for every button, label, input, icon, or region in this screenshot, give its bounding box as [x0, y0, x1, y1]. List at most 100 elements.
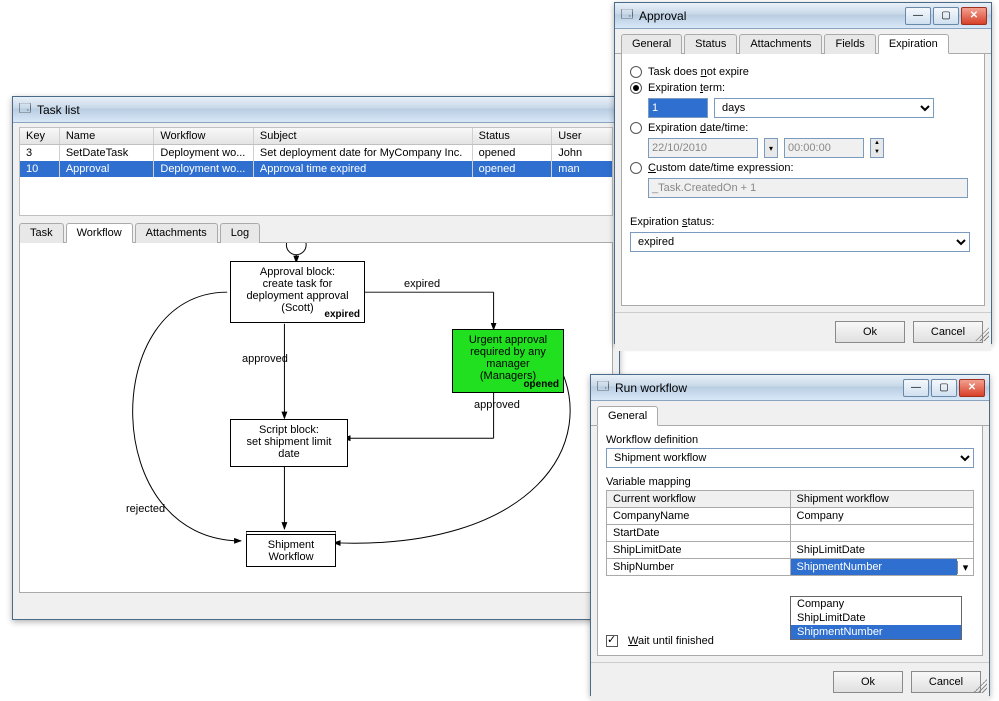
tab-expiration[interactable]: Expiration — [878, 34, 949, 54]
tab-task[interactable]: Task — [19, 223, 64, 243]
cell-status: opened — [473, 145, 553, 161]
node-approval-block[interactable]: Approval block: create task for deployme… — [230, 261, 365, 323]
radio-not-expire[interactable] — [630, 66, 642, 78]
expiration-status-select[interactable]: expired — [630, 232, 970, 252]
run-workflow-title: Run workflow — [615, 381, 903, 395]
cell-subject: Approval time expired — [254, 161, 473, 177]
workflow-diagram[interactable]: Approval block: create task for deployme… — [19, 243, 613, 593]
term-value-input[interactable] — [648, 98, 708, 118]
resize-grip[interactable] — [975, 327, 989, 341]
ok-button[interactable]: Ok — [835, 321, 905, 343]
tab-attachments[interactable]: Attachments — [135, 223, 218, 243]
dialog-icon: 🗔 — [595, 380, 611, 396]
label-custom: Custom date/time expression: — [648, 162, 794, 174]
variable-mapping-table: Current workflow Shipment workflow Compa… — [606, 490, 974, 576]
node-line: manager — [486, 358, 529, 370]
minimize-button[interactable]: — — [903, 379, 929, 397]
node-state: opened — [523, 379, 559, 390]
varmap-cell-right[interactable] — [790, 525, 974, 542]
minimize-button[interactable]: — — [905, 7, 931, 25]
close-button[interactable]: ✕ — [959, 379, 985, 397]
varmap-cell-right-active[interactable]: ShipmentNumber ▾ — [790, 559, 974, 576]
resize-grip[interactable] — [973, 679, 987, 693]
task-list-title: Task list — [37, 103, 615, 117]
varmap-dropdown[interactable]: Company ShipLimitDate ShipmentNumber — [790, 596, 962, 640]
cell-workflow: Deployment wo... — [154, 145, 254, 161]
tab-general[interactable]: General — [621, 34, 682, 54]
app-icon: 🗔 — [17, 102, 33, 118]
label-not-expire: Task does not expire — [648, 66, 749, 78]
cell-user: John — [552, 145, 612, 161]
varmap-header-left[interactable]: Current workflow — [607, 491, 791, 508]
col-workflow[interactable]: Workflow — [154, 128, 254, 144]
varmap-header-right[interactable]: Shipment workflow — [790, 491, 974, 508]
varmap-row[interactable]: CompanyName Company — [607, 508, 974, 525]
ok-button[interactable]: Ok — [833, 671, 903, 693]
node-script-block[interactable]: Script block: set shipment limit date — [230, 419, 348, 467]
node-line: required by any — [470, 346, 546, 358]
task-row[interactable]: 3 SetDateTask Deployment wo... Set deplo… — [20, 145, 612, 161]
run-workflow-pane: Workflow definition Shipment workflow Va… — [597, 426, 983, 656]
node-urgent-approval[interactable]: Urgent approval required by any manager … — [452, 329, 564, 393]
wait-checkbox[interactable] — [606, 635, 618, 647]
node-line: Shipment — [268, 539, 314, 551]
dialog-icon: 🗔 — [619, 8, 635, 24]
col-name[interactable]: Name — [60, 128, 155, 144]
custom-expression-input[interactable] — [648, 178, 968, 198]
date-picker-button[interactable]: ▾ — [764, 138, 778, 158]
workflow-definition-select[interactable]: Shipment workflow — [606, 448, 974, 468]
tab-attachments[interactable]: Attachments — [739, 34, 822, 54]
dropdown-option[interactable]: ShipLimitDate — [791, 611, 961, 625]
run-workflow-titlebar[interactable]: 🗔 Run workflow — ▢ ✕ — [591, 375, 989, 401]
cell-status: opened — [473, 161, 553, 177]
col-subject[interactable]: Subject — [254, 128, 473, 144]
varmap-cell-left: CompanyName — [607, 508, 791, 525]
maximize-button[interactable]: ▢ — [933, 7, 959, 25]
chevron-down-icon[interactable]: ▾ — [957, 561, 973, 574]
cell-user: man — [552, 161, 612, 177]
task-list-titlebar[interactable]: 🗔 Task list — [13, 97, 619, 123]
label-wait: Wait until finished — [628, 635, 714, 647]
tab-workflow[interactable]: Workflow — [66, 223, 133, 243]
approval-buttons: Ok Cancel — [615, 312, 991, 351]
time-input[interactable] — [784, 138, 864, 158]
term-unit-select[interactable]: days — [714, 98, 934, 118]
approval-title: Approval — [639, 9, 905, 23]
run-workflow-window: 🗔 Run workflow — ▢ ✕ General Workflow de… — [590, 374, 990, 696]
maximize-button[interactable]: ▢ — [931, 379, 957, 397]
dropdown-option[interactable]: Company — [791, 597, 961, 611]
cancel-button[interactable]: Cancel — [913, 321, 983, 343]
col-status[interactable]: Status — [473, 128, 553, 144]
node-line: deployment approval — [246, 290, 348, 302]
varmap-row[interactable]: StartDate — [607, 525, 974, 542]
node-line: (Scott) — [281, 302, 313, 314]
varmap-cell-left: StartDate — [607, 525, 791, 542]
radio-datetime[interactable] — [630, 122, 642, 134]
approval-tabstrip: General Status Attachments Fields Expira… — [615, 29, 991, 54]
tab-fields[interactable]: Fields — [824, 34, 875, 54]
radio-custom[interactable] — [630, 162, 642, 174]
tab-general[interactable]: General — [597, 406, 658, 426]
label-workflow-definition: Workflow definition — [606, 434, 974, 446]
radio-term[interactable] — [630, 82, 642, 94]
varmap-cell-left: ShipLimitDate — [607, 542, 791, 559]
varmap-cell-right[interactable]: Company — [790, 508, 974, 525]
dropdown-option[interactable]: ShipmentNumber — [791, 625, 961, 639]
task-row[interactable]: 10 Approval Deployment wo... Approval ti… — [20, 161, 612, 177]
node-shipment-workflow[interactable]: Shipment Workflow — [246, 531, 336, 567]
approval-titlebar[interactable]: 🗔 Approval — ▢ ✕ — [615, 3, 991, 29]
col-key[interactable]: Key — [20, 128, 60, 144]
cancel-button[interactable]: Cancel — [911, 671, 981, 693]
node-line: set shipment limit — [247, 436, 332, 448]
varmap-cell-right[interactable]: ShipLimitDate — [790, 542, 974, 559]
col-user[interactable]: User — [552, 128, 612, 144]
varmap-row[interactable]: ShipNumber ShipmentNumber ▾ — [607, 559, 974, 576]
edge-label-rejected: rejected — [126, 503, 165, 515]
time-spinner[interactable]: ▲▼ — [870, 138, 884, 158]
varmap-row[interactable]: ShipLimitDate ShipLimitDate — [607, 542, 974, 559]
approval-window: 🗔 Approval — ▢ ✕ General Status Attachme… — [614, 2, 992, 344]
tab-log[interactable]: Log — [220, 223, 260, 243]
date-input[interactable] — [648, 138, 758, 158]
tab-status[interactable]: Status — [684, 34, 737, 54]
close-button[interactable]: ✕ — [961, 7, 987, 25]
